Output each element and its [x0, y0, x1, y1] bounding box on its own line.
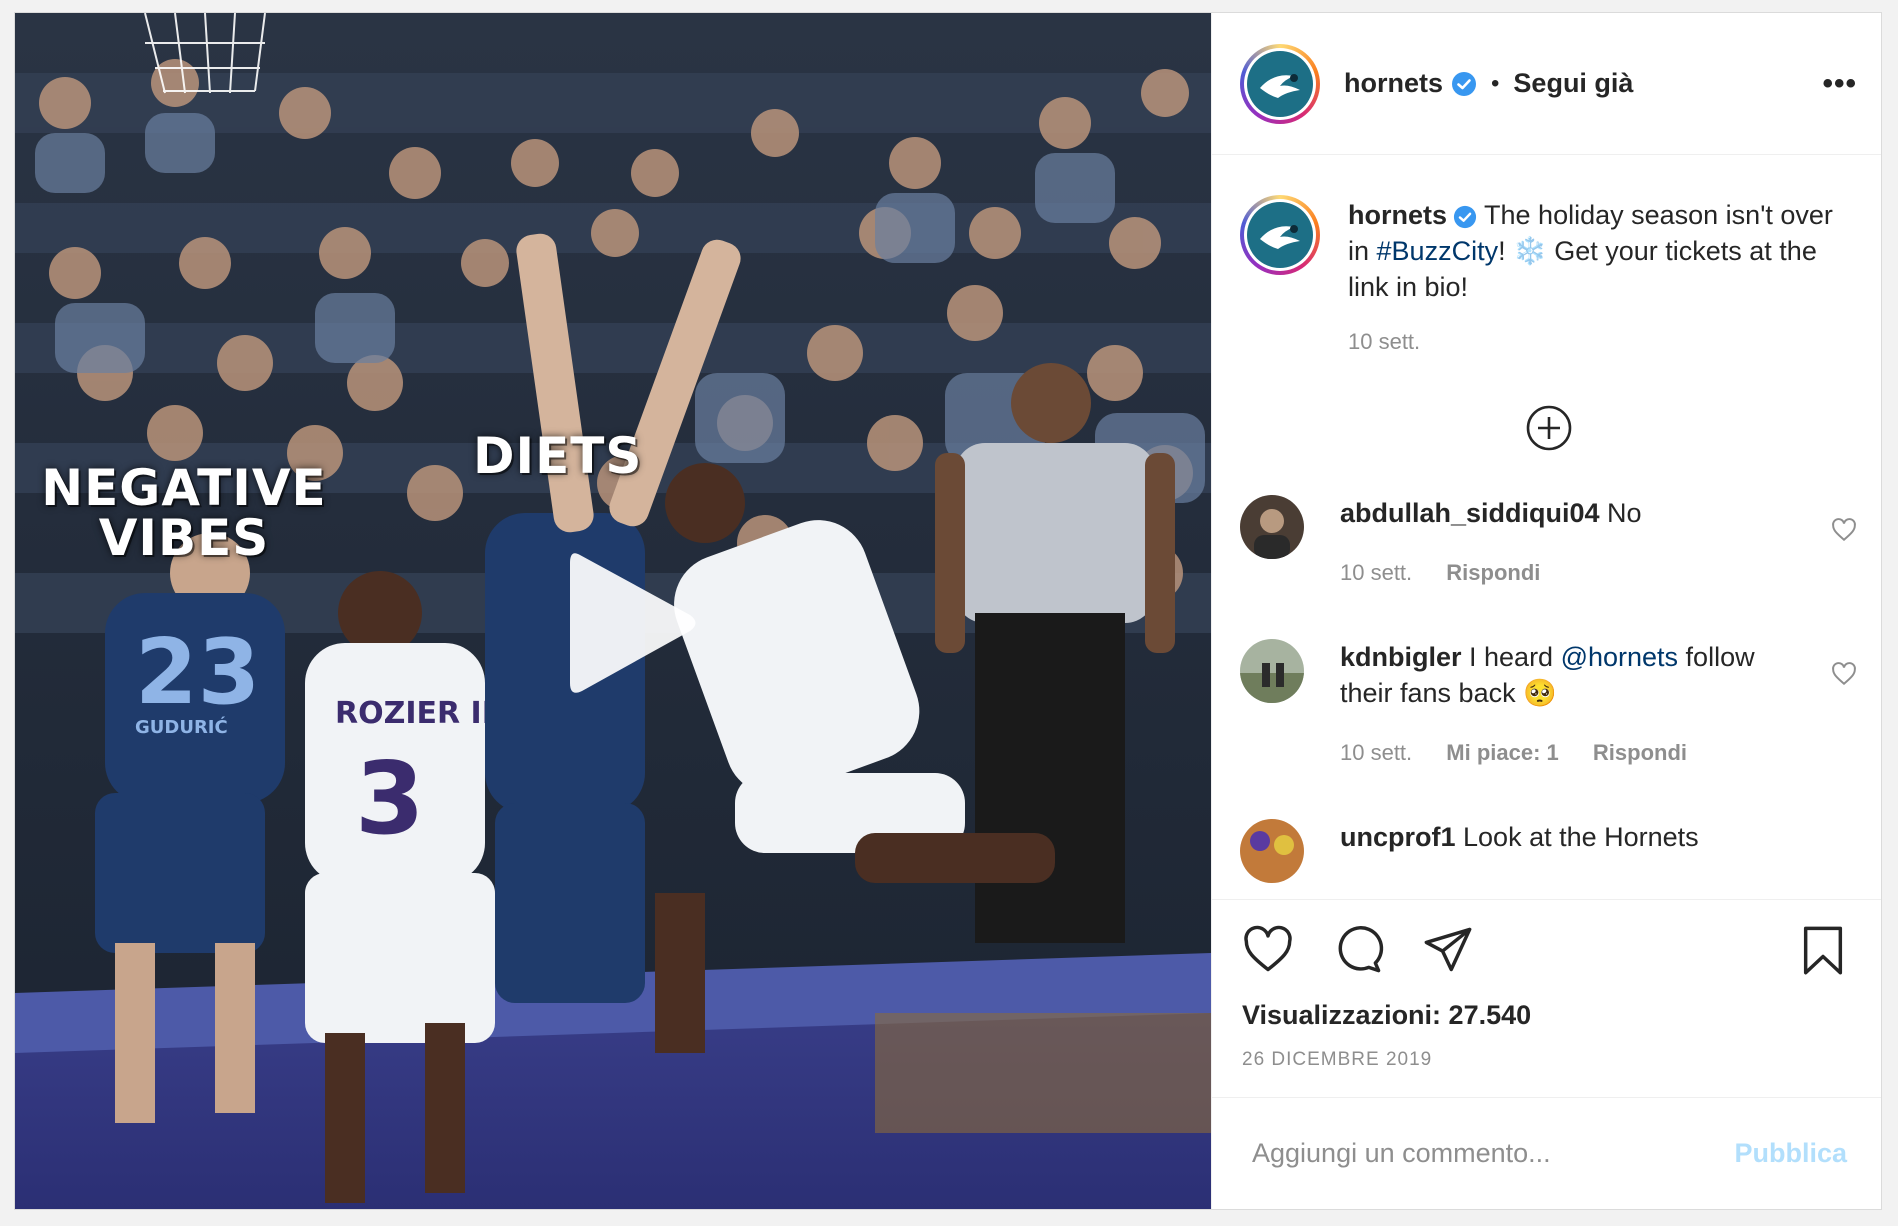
plus-circle-icon [1526, 405, 1571, 451]
header-separator: • [1491, 69, 1500, 97]
video-media[interactable]: 23 GUDURIĆ ROZIER III 3 NEGATIVE VIBES D… [15, 13, 1211, 1209]
views-count[interactable]: Visualizzazioni: 27.540 [1242, 1000, 1857, 1031]
svg-text:3: 3 [355, 740, 425, 857]
comment-text: Look at the Hornets [1455, 822, 1699, 852]
play-icon[interactable] [555, 543, 705, 703]
comment-item: uncprof1 Look at the Hornets [1240, 819, 1857, 883]
like-heart-icon[interactable] [1242, 924, 1294, 976]
publish-button[interactable]: Pubblica [1734, 1138, 1847, 1169]
commenter-avatar[interactable] [1240, 639, 1304, 703]
comment-meta: 10 sett. Mi piace: 1 Rispondi [1340, 735, 1797, 771]
verified-badge-icon [1453, 205, 1477, 228]
overlay-text-negative-vibes: NEGATIVE VIBES [39, 463, 329, 563]
hashtag-link[interactable]: #BuzzCity [1377, 236, 1499, 266]
hornets-logo-icon [1247, 202, 1313, 268]
caption-text-part: ! [1498, 236, 1514, 266]
svg-text:GUDURIĆ: GUDURIĆ [135, 716, 228, 738]
comment-time[interactable]: 10 sett. [1340, 740, 1412, 765]
profile-avatar[interactable] [1240, 43, 1320, 124]
verified-badge-icon [1452, 71, 1477, 96]
caption-avatar[interactable] [1240, 195, 1320, 275]
comment-composer: Pubblica [1212, 1097, 1881, 1209]
comment-bubble-icon[interactable] [1332, 924, 1384, 976]
following-button[interactable]: Segui già [1513, 68, 1633, 99]
load-more-comments-button[interactable] [1240, 403, 1857, 453]
post-sidebar: hornets • Segui già ••• hornets The holi… [1211, 13, 1881, 1209]
comment-username[interactable]: kdnbigler [1340, 642, 1462, 672]
mention-link[interactable]: @hornets [1561, 642, 1678, 672]
reply-button[interactable]: Rispondi [1446, 560, 1540, 585]
action-icons [1242, 900, 1857, 1000]
caption-time[interactable]: 10 sett. [1348, 329, 1420, 354]
bookmark-icon[interactable] [1797, 924, 1849, 976]
commenter-avatar[interactable] [1240, 495, 1304, 559]
more-options-icon[interactable]: ••• [1822, 67, 1857, 101]
overlay-text-diets: DIETS [473, 427, 643, 485]
svg-text:ROZIER III: ROZIER III [335, 696, 504, 731]
comment-username[interactable]: uncprof1 [1340, 822, 1456, 852]
comments-list[interactable]: hornets The holiday season isn't over in… [1212, 155, 1881, 899]
comment-item: abdullah_siddiqui04 No 10 sett. Rispondi [1240, 495, 1857, 591]
comment-text: No [1599, 498, 1642, 528]
pleading-face-emoji: 🥺 [1523, 678, 1557, 708]
comment-meta: 10 sett. Rispondi [1340, 555, 1797, 591]
svg-text:23: 23 [135, 620, 260, 725]
reply-button[interactable]: Rispondi [1593, 740, 1687, 765]
hornets-logo-icon [1247, 50, 1313, 117]
comment-likes[interactable]: Mi piace: 1 [1446, 740, 1558, 765]
add-comment-input[interactable] [1250, 1137, 1735, 1170]
commenter-avatar[interactable] [1240, 819, 1304, 883]
caption-text: hornets The holiday season isn't over in… [1348, 195, 1857, 305]
like-comment-heart-icon[interactable] [1831, 661, 1857, 687]
overlay-line-1: NEGATIVE [41, 459, 327, 517]
comment-item: kdnbigler I heard @hornets follow their … [1240, 639, 1857, 771]
caption-meta: 10 sett. [1348, 329, 1857, 355]
post-header: hornets • Segui già ••• [1212, 13, 1881, 155]
post-container: 23 GUDURIĆ ROZIER III 3 NEGATIVE VIBES D… [14, 12, 1882, 1210]
comment-text: I heard [1461, 642, 1561, 672]
header-username[interactable]: hornets [1344, 68, 1443, 99]
post-date[interactable]: 26 DICEMBRE 2019 [1242, 1049, 1857, 1071]
post-actions: Visualizzazioni: 27.540 26 DICEMBRE 2019 [1212, 899, 1881, 1097]
snowflake-emoji: ❄️ [1513, 236, 1547, 266]
like-comment-heart-icon[interactable] [1831, 517, 1857, 543]
caption-username[interactable]: hornets [1348, 200, 1447, 230]
share-paper-plane-icon[interactable] [1422, 924, 1474, 976]
comment-time[interactable]: 10 sett. [1340, 560, 1412, 585]
overlay-line-2: VIBES [98, 509, 270, 567]
comment-username[interactable]: abdullah_siddiqui04 [1340, 498, 1600, 528]
post-caption: hornets The holiday season isn't over in… [1240, 155, 1857, 355]
